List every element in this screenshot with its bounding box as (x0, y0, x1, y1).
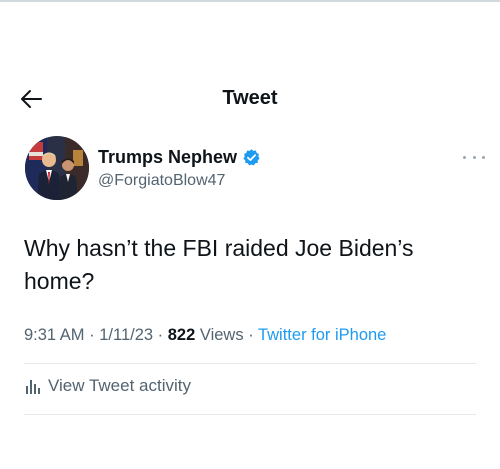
divider (24, 414, 476, 415)
meta-separator: · (89, 326, 100, 344)
avatar-photo (25, 136, 89, 200)
views-label: Views (199, 326, 244, 344)
more-options-button[interactable] (463, 152, 485, 162)
more-horizontal-icon (463, 155, 466, 159)
meta-separator: · (157, 326, 168, 344)
tweet-date[interactable]: 1/11/23 (99, 326, 153, 344)
tweet-time[interactable]: 9:31 AM (24, 326, 85, 344)
divider (24, 363, 476, 364)
bar-chart-icon (26, 380, 40, 394)
view-tweet-activity-label: View Tweet activity (48, 376, 191, 395)
tweet-header: Tweet (0, 76, 500, 120)
page-title: Tweet (222, 87, 278, 109)
meta-separator: · (248, 326, 258, 344)
tweet-author: Trumps Nephew @ForgiatoBlow47 (25, 136, 485, 206)
view-tweet-activity-button[interactable]: View Tweet activity (24, 376, 191, 396)
tweet-metadata: 9:31 AM · 1/11/23 · 822 Views · Twitter … (24, 326, 484, 345)
tweet-source-link[interactable]: Twitter for iPhone (258, 326, 386, 344)
author-display-name[interactable]: Trumps Nephew (98, 147, 237, 168)
verified-badge-icon (243, 149, 260, 166)
top-border (0, 0, 500, 2)
tweet-text: Why hasn’t the FBI raided Joe Biden’s ho… (24, 235, 414, 294)
views-count: 822 (167, 326, 196, 344)
author-handle[interactable]: @ForgiatoBlow47 (98, 172, 225, 190)
avatar[interactable] (25, 136, 89, 200)
